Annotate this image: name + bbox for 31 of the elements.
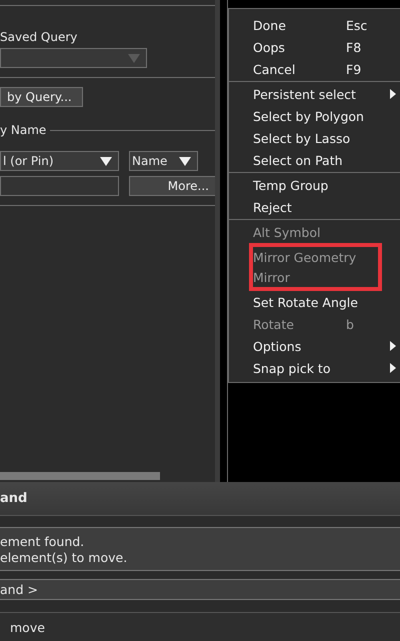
command-input[interactable]: and > (0, 579, 400, 600)
menu-item[interactable]: Reject (229, 196, 400, 218)
field-dropdown[interactable]: Name (129, 151, 198, 171)
menu-item[interactable]: Done Esc (229, 14, 400, 36)
dropdown-arrow-icon (179, 156, 191, 166)
scrollbar-thumb[interactable] (0, 472, 160, 480)
dropdown-arrow-icon (100, 156, 112, 166)
field-label: Saved Query (0, 29, 78, 46)
submenu-arrow-icon (390, 89, 396, 99)
menu-item[interactable]: Temp Group (229, 174, 400, 196)
group-title: y Name (0, 123, 46, 137)
type-dropdown[interactable]: l (or Pin) (0, 151, 119, 171)
message-line: ement found. (0, 534, 86, 548)
panel-title: and (0, 491, 28, 506)
query-button[interactable]: by Query... (0, 87, 83, 107)
message-line: element(s) to move. (0, 550, 128, 564)
menu-item[interactable]: Select on Path (229, 149, 400, 171)
menu-item[interactable]: Persistent select (229, 83, 400, 105)
menu-item[interactable]: Set Rotate Angle (229, 291, 400, 313)
submenu-arrow-icon (390, 341, 396, 351)
more-button[interactable]: More... (129, 176, 215, 196)
dropdown-arrow-icon (128, 54, 140, 62)
menu-item[interactable]: Oops F8 (229, 36, 400, 58)
menu-item[interactable]: Snap pick to (229, 357, 400, 379)
submenu-arrow-icon (390, 363, 396, 373)
menu-item[interactable]: Cancel F9 (229, 58, 400, 80)
name-input[interactable] (0, 176, 119, 196)
menu-item[interactable]: Select by Polygon (229, 105, 400, 127)
menu-item[interactable]: Select by Lasso (229, 127, 400, 149)
status-text: move (10, 620, 45, 634)
menu-item[interactable]: Options (229, 335, 400, 357)
